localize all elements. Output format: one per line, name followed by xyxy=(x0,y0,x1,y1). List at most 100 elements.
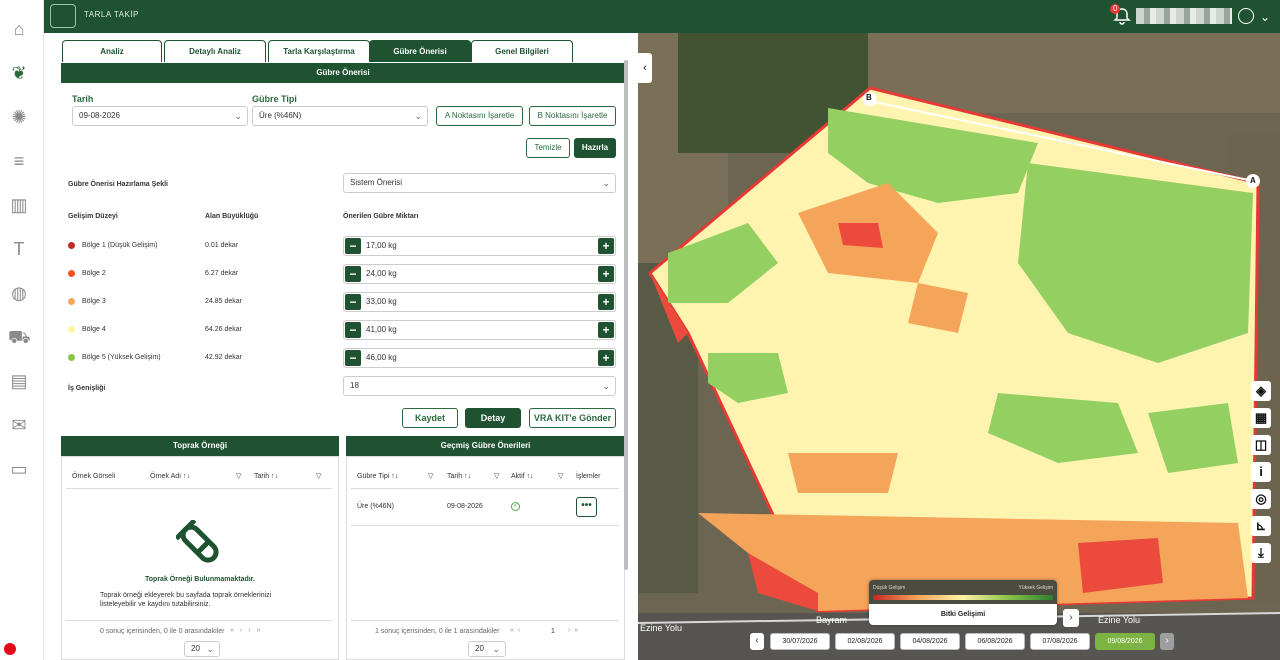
date-option[interactable]: 30/07/2026 xyxy=(770,633,830,650)
fertilizer-type-select[interactable]: Üre (%46N) ⌄ xyxy=(252,106,428,126)
chart-icon[interactable]: ▥ xyxy=(8,194,30,216)
flag-icon[interactable] xyxy=(4,643,16,655)
history-col-date[interactable]: Tarih ↑↓ xyxy=(447,473,471,480)
plus-icon[interactable]: + xyxy=(598,322,614,338)
zone-name: Bölge 1 (Düşük Gelişim) xyxy=(82,242,158,249)
download-icon[interactable]: ⤓ xyxy=(1251,543,1271,563)
mark-b-button[interactable]: B Noktasını İşaretle xyxy=(529,106,616,126)
plus-icon[interactable]: + xyxy=(598,238,614,254)
minus-icon[interactable]: − xyxy=(345,350,361,366)
zone-quantity-stepper[interactable]: −17,00 kg + xyxy=(343,236,616,256)
date-value: 09-08-2026 xyxy=(79,111,120,120)
split-icon[interactable]: ◫ xyxy=(1251,435,1271,455)
mail-icon[interactable]: ✉ xyxy=(8,414,30,436)
ruler-icon[interactable]: ⊾ xyxy=(1251,516,1271,536)
tab-general-info[interactable]: Genel Bilgileri xyxy=(471,40,573,62)
history-col-active[interactable]: Aktif ↑↓ xyxy=(511,473,534,480)
soil-empty-title: Toprak Örneği Bulunmamaktadır. xyxy=(145,576,255,583)
id-card-icon[interactable]: ▭ xyxy=(8,458,30,480)
chevron-down-icon[interactable]: ⌄ xyxy=(1260,10,1270,24)
filter-icon[interactable]: ▽ xyxy=(236,472,241,480)
filter-icon[interactable]: ▽ xyxy=(316,472,321,480)
tab-detailed-analysis[interactable]: Detaylı Analiz xyxy=(164,40,266,62)
history-page-size[interactable]: 20 ⌄ xyxy=(468,641,506,657)
field-map[interactable]: B A Ezine Yolu Bayram Ezine Yolu ‹ xyxy=(638,33,1280,660)
date-option[interactable]: 09/08/2026 xyxy=(1095,633,1155,650)
collapse-panel-button[interactable]: ‹ xyxy=(638,53,652,83)
chevron-down-icon: ⌄ xyxy=(206,644,214,654)
history-col-type[interactable]: Gübre Tipi ↑↓ xyxy=(357,473,398,480)
soil-page-size[interactable]: 20 ⌄ xyxy=(184,641,220,657)
tab-fertilizer[interactable]: Gübre Önerisi xyxy=(369,40,471,62)
filter-icon[interactable]: ▽ xyxy=(558,472,563,480)
dates-prev-button[interactable]: ‹ xyxy=(750,633,764,650)
plus-icon[interactable]: + xyxy=(598,350,614,366)
mark-a-button[interactable]: A Noktasını İşaretle xyxy=(436,106,523,126)
detail-button[interactable]: Detay xyxy=(465,408,521,428)
tab-analysis[interactable]: Analiz xyxy=(62,40,162,62)
history-page-current[interactable]: 1 xyxy=(551,628,555,635)
tab-field-comparison[interactable]: Tarla Karşılaştırma xyxy=(268,40,370,62)
home-icon[interactable]: ⌂ xyxy=(8,18,30,40)
zone-quantity-stepper[interactable]: −41,00 kg + xyxy=(343,320,616,340)
chat-icon[interactable]: ▤ xyxy=(8,370,30,392)
work-width-input[interactable]: 18 ⌄ xyxy=(343,376,616,396)
filter-icon[interactable]: ▽ xyxy=(494,472,499,480)
zone-quantity-stepper[interactable]: −24,00 kg + xyxy=(343,264,616,284)
date-option[interactable]: 04/08/2026 xyxy=(900,633,960,650)
history-pager-next[interactable]: ›» xyxy=(568,627,582,634)
left-nav: ⌂ ❦ ✺ ≡ ▥ T ◍ ⛟ ▤ ✉ ▭ xyxy=(0,0,44,660)
zone-area: 64.26 dekar xyxy=(205,326,242,333)
list-add-icon[interactable]: ≡ xyxy=(8,150,30,172)
panel-scrollbar[interactable] xyxy=(624,60,628,570)
text-icon[interactable]: T xyxy=(8,238,30,260)
zone-quantity-value[interactable]: 46,00 kg xyxy=(366,349,397,367)
zone-name: Bölge 5 (Yüksek Gelişim) xyxy=(82,354,161,361)
save-button[interactable]: Kaydet xyxy=(402,408,458,428)
plus-icon[interactable]: + xyxy=(598,266,614,282)
soil-col-image[interactable]: Örnek Görseli xyxy=(72,473,115,480)
minus-icon[interactable]: − xyxy=(345,238,361,254)
history-pager-prev[interactable]: «‹ xyxy=(510,627,524,634)
zone-quantity-value[interactable]: 24,00 kg xyxy=(366,265,397,283)
layers-icon[interactable]: ◈ xyxy=(1251,381,1271,401)
zone-quantity-value[interactable]: 41,00 kg xyxy=(366,321,397,339)
dates-next-button[interactable]: › xyxy=(1160,633,1174,650)
soil-col-name[interactable]: Örnek Adı ↑↓ xyxy=(150,473,190,480)
date-option[interactable]: 06/08/2026 xyxy=(965,633,1025,650)
info-icon[interactable]: i xyxy=(1251,462,1271,482)
sun-icon[interactable]: ✺ xyxy=(8,106,30,128)
method-select[interactable]: Sistem Önerisi ⌄ xyxy=(343,173,616,193)
zone-quantity-value[interactable]: 33,00 kg xyxy=(366,293,397,311)
plus-icon[interactable]: + xyxy=(598,294,614,310)
map-icon[interactable]: ▦ xyxy=(1251,408,1271,428)
minus-icon[interactable]: − xyxy=(345,322,361,338)
clear-button[interactable]: Temizle xyxy=(526,138,570,158)
app-title: TARLA TAKİP xyxy=(84,10,139,19)
locate-icon[interactable]: ◎ xyxy=(1251,489,1271,509)
soil-pager-nav[interactable]: «‹›» xyxy=(230,627,266,634)
legend-gradient xyxy=(873,595,1053,600)
sprout-icon[interactable]: ❦ xyxy=(8,62,30,84)
zone-quantity-stepper[interactable]: −46,00 kg + xyxy=(343,348,616,368)
zone-quantity-value[interactable]: 17,00 kg xyxy=(366,237,397,255)
legend-next-button[interactable]: › xyxy=(1063,609,1079,627)
user-icon[interactable] xyxy=(1238,8,1254,24)
zone-quantity-stepper[interactable]: −33,00 kg + xyxy=(343,292,616,312)
bell-icon[interactable]: 0 xyxy=(1110,4,1132,26)
date-option[interactable]: 02/08/2026 xyxy=(835,633,895,650)
date-select[interactable]: 09-08-2026 ⌄ xyxy=(72,106,248,126)
zone-name: Bölge 2 xyxy=(82,270,106,277)
check-circle-icon: ✓ xyxy=(511,502,520,511)
filter-icon[interactable]: ▽ xyxy=(428,472,433,480)
date-option[interactable]: 07/08/2026 xyxy=(1030,633,1090,650)
soil-col-date[interactable]: Tarih ↑↓ xyxy=(254,473,278,480)
tractor-icon[interactable]: ⛟ xyxy=(8,326,31,348)
vra-send-button[interactable]: VRA KIT'e Gönder xyxy=(529,408,616,428)
palette-icon[interactable]: ◍ xyxy=(8,282,30,304)
prepare-button[interactable]: Hazırla xyxy=(574,138,616,158)
more-actions-button[interactable]: ••• xyxy=(576,497,597,517)
minus-icon[interactable]: − xyxy=(345,266,361,282)
soil-pager-info: 0 sonuç içerisinden, 0 ile 0 arasındakil… xyxy=(100,628,225,635)
minus-icon[interactable]: − xyxy=(345,294,361,310)
